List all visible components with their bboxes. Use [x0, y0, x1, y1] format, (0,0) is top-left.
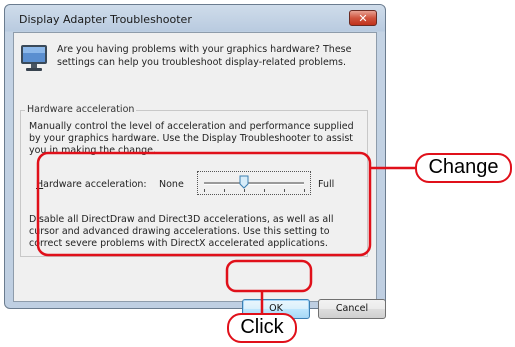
- change-callout: Change: [415, 153, 512, 183]
- acceleration-level-note: Disable all DirectDraw and Direct3D acce…: [29, 214, 334, 249]
- slider-label-text: ardware acceleration:: [43, 179, 147, 190]
- group-title: Hardware acceleration: [25, 104, 137, 115]
- slider-tick: [304, 189, 305, 192]
- click-callout: Click: [227, 313, 297, 343]
- slider-tick: [244, 189, 245, 192]
- slider-tick: [284, 189, 285, 192]
- dialog-client-area: Are you having problems with your graphi…: [13, 32, 386, 319]
- window-title: Display Adapter Troubleshooter: [19, 13, 192, 26]
- slider-tick: [224, 189, 225, 192]
- slider-tick: [204, 189, 205, 192]
- slider-thumb[interactable]: [239, 175, 249, 189]
- acceleration-slider[interactable]: [197, 171, 311, 195]
- troubleshooter-dialog: Display Adapter Troubleshooter ✕ Are you…: [4, 4, 386, 319]
- slider-max-label: Full: [318, 179, 335, 190]
- group-description: Manually control the level of accelerati…: [29, 121, 354, 156]
- slider-track: [204, 182, 304, 185]
- hardware-acceleration-group: Hardware acceleration Manually control t…: [20, 104, 368, 257]
- slider-min-label: None: [159, 179, 184, 190]
- cancel-button[interactable]: Cancel: [318, 299, 386, 319]
- slider-tick: [264, 189, 265, 192]
- monitor-icon: [21, 45, 47, 71]
- slider-label: Hardware acceleration:: [36, 179, 147, 190]
- close-button[interactable]: ✕: [349, 10, 377, 26]
- intro-text: Are you having problems with your graphi…: [57, 44, 352, 68]
